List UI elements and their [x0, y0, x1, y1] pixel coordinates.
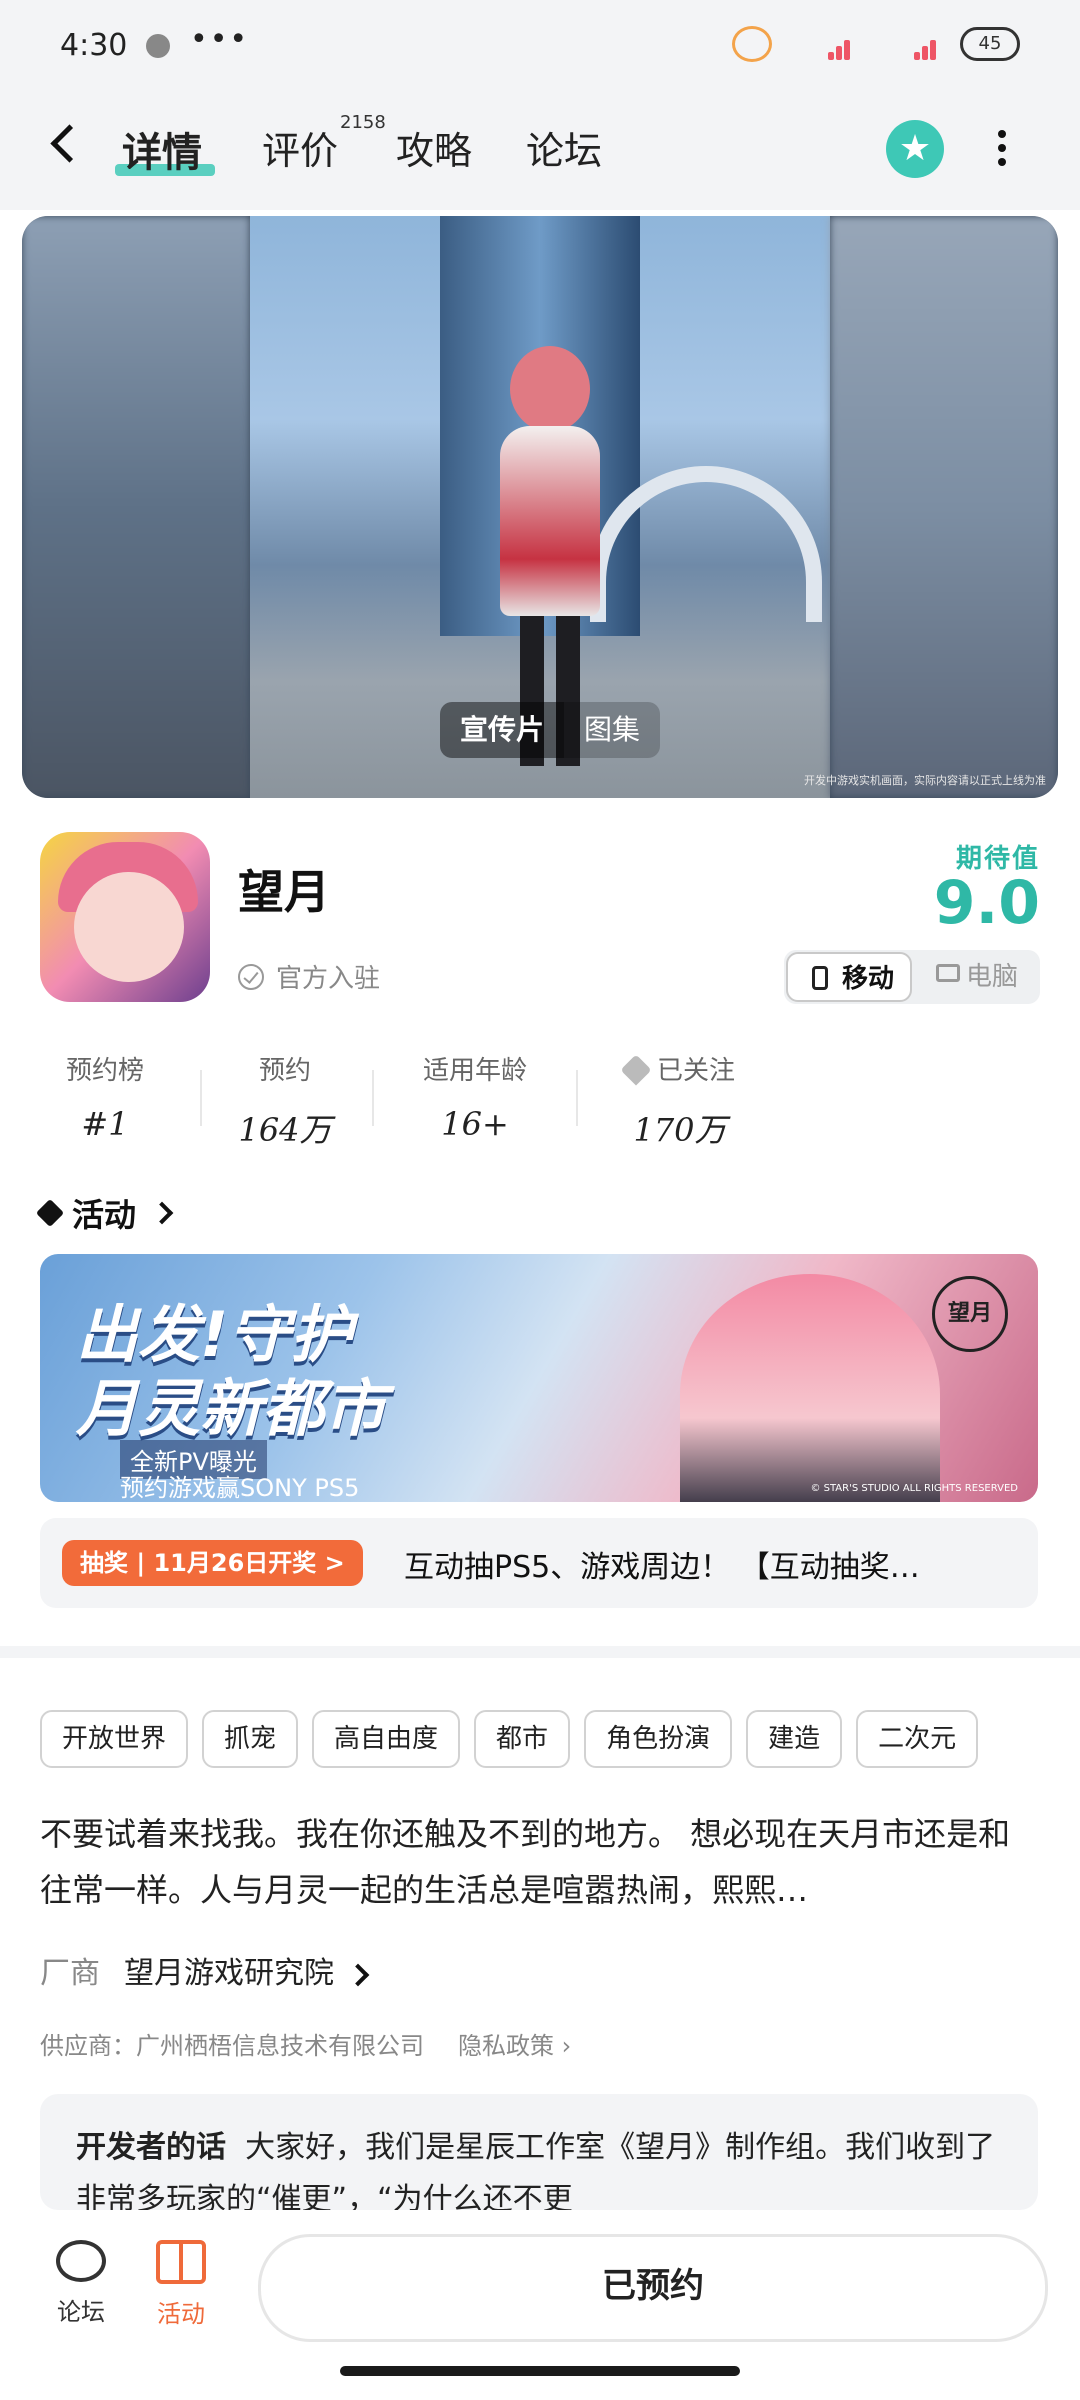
banner-copyright: © STAR'S STUDIO ALL RIGHTS RESERVED — [810, 1483, 1018, 1494]
pin-icon — [35, 1198, 65, 1228]
banner-title-2: 月灵新都市 — [76, 1372, 387, 1445]
stat-rank[interactable]: 预约榜 #1 — [40, 1050, 170, 1143]
game-app-icon — [40, 832, 210, 1002]
signal-5g-icon — [788, 26, 858, 62]
hero-disclaimer: 开发中游戏实机画面，实际内容请以正式上线为准 — [804, 774, 1046, 787]
heart-icon — [620, 1054, 652, 1086]
review-count: 2158 — [340, 112, 386, 133]
supplier-text: 供应商：广州栖梧信息技术有限公司 — [40, 2032, 424, 2060]
status-more-icon: ••• — [190, 22, 250, 57]
chevron-right-icon — [150, 1201, 174, 1225]
home-indicator[interactable] — [340, 2366, 740, 2376]
tag-item[interactable]: 抓宠 — [202, 1710, 299, 1768]
top-nav: 详情 评价 2158 攻略 论坛 ★ — [0, 90, 1080, 210]
privacy-policy-link[interactable]: 隐私政策 › — [458, 2026, 571, 2061]
tab-forum[interactable]: 论坛 — [526, 120, 602, 175]
status-indicators: 45 — [732, 26, 1020, 62]
reserved-button[interactable]: 已预约 — [258, 2234, 1048, 2342]
gift-icon — [156, 2240, 206, 2284]
tab-gallery[interactable]: 图集 — [564, 702, 661, 758]
platform-mobile[interactable]: 移动 — [786, 952, 912, 1002]
tag-item[interactable]: 建造 — [746, 1710, 843, 1768]
tab-trailer[interactable]: 宣传片 — [440, 702, 565, 758]
signal-5g-icon — [874, 26, 944, 62]
lottery-text: 互动抽PS5、游戏周边！ 【互动抽奖… — [404, 1550, 920, 1585]
status-bar: 4:30 ••• 45 — [0, 0, 1080, 90]
activity-header[interactable]: 活动 — [35, 1190, 174, 1236]
supplier-row: 供应商：广州栖梧信息技术有限公司 隐私政策 › — [40, 2026, 571, 2061]
media-switch: 宣传片 图集 — [440, 702, 661, 758]
tab-reviews[interactable]: 评价 — [262, 120, 338, 175]
platform-toggle: 移动 电脑 — [784, 950, 1040, 1004]
chat-bubble-icon — [56, 2240, 106, 2282]
check-circle-icon — [238, 963, 264, 990]
platform-pc[interactable]: 电脑 — [912, 950, 1040, 1004]
bottom-forum-button[interactable]: 论坛 — [36, 2240, 126, 2327]
game-description[interactable]: 不要试着来找我。我在你还触及不到的地方。 想必现在天月市还是和往常一样。人与月灵… — [40, 1806, 1040, 1918]
developer-note[interactable]: 开发者的话 大家好，我们是星辰工作室《望月》制作组。我们收到了非常多玩家的“催更… — [40, 2094, 1038, 2210]
tag-item[interactable]: 都市 — [474, 1710, 571, 1768]
follow-star-button[interactable]: ★ — [886, 120, 944, 178]
official-badge: 官方入驻 — [238, 958, 380, 995]
activity-banner[interactable]: 出发!守护 月灵新都市 全新PV曝光 预约游戏赢SONY PS5 望月 © ST… — [40, 1254, 1038, 1502]
expectation-score: 9.0 — [933, 868, 1040, 938]
lottery-tag: 抽奖 | 11月26日开奖 > — [62, 1540, 363, 1586]
tag-item[interactable]: 角色扮演 — [584, 1710, 733, 1768]
bottom-activity-button[interactable]: 活动 — [136, 2240, 226, 2329]
tag-item[interactable]: 开放世界 — [40, 1710, 189, 1768]
genre-tags: 开放世界 抓宠 高自由度 都市 角色扮演 建造 二次元 — [40, 1710, 1080, 1768]
more-options-icon[interactable] — [998, 130, 1006, 166]
section-divider — [0, 1646, 1080, 1658]
stat-followers[interactable]: 已关注 170万 — [595, 1050, 765, 1151]
hotspot-icon — [732, 26, 772, 62]
tag-item[interactable]: 高自由度 — [312, 1710, 461, 1768]
lottery-row[interactable]: 抽奖 | 11月26日开奖 > 互动抽PS5、游戏周边！ 【互动抽奖… — [40, 1518, 1038, 1608]
promo-video[interactable]: 宣传片 图集 开发中游戏实机画面，实际内容请以正式上线为准 — [22, 216, 1058, 798]
tab-details[interactable]: 详情 — [122, 120, 202, 178]
banner-character — [680, 1274, 940, 1502]
stat-reservations: 预约 164万 — [238, 1056, 332, 1149]
monitor-icon — [936, 964, 960, 982]
notification-icon — [146, 34, 170, 58]
vendor-row[interactable]: 厂商 望月游戏研究院 — [40, 1948, 369, 1992]
back-arrow-icon[interactable] — [50, 124, 89, 163]
phone-icon — [812, 966, 828, 990]
battery-icon: 45 — [960, 27, 1020, 61]
stats-row: 预约榜 #1 预约 164万 适用年龄 16+ 已关注 170万 — [40, 1050, 1040, 1150]
vendor-name: 望月游戏研究院 — [124, 1948, 369, 1992]
banner-subtitle-2: 预约游戏赢SONY PS5 — [120, 1474, 360, 1502]
tag-item[interactable]: 二次元 — [856, 1710, 979, 1768]
tab-guides[interactable]: 攻略 — [396, 120, 472, 175]
stat-age-rating[interactable]: 适用年龄 16+ — [390, 1050, 560, 1143]
game-title: 望月 — [238, 865, 330, 919]
banner-logo: 望月 — [932, 1276, 1008, 1352]
status-time: 4:30 — [60, 28, 128, 63]
chevron-right-icon — [346, 1963, 369, 1987]
developer-note-label: 开发者的话 — [76, 2130, 226, 2165]
